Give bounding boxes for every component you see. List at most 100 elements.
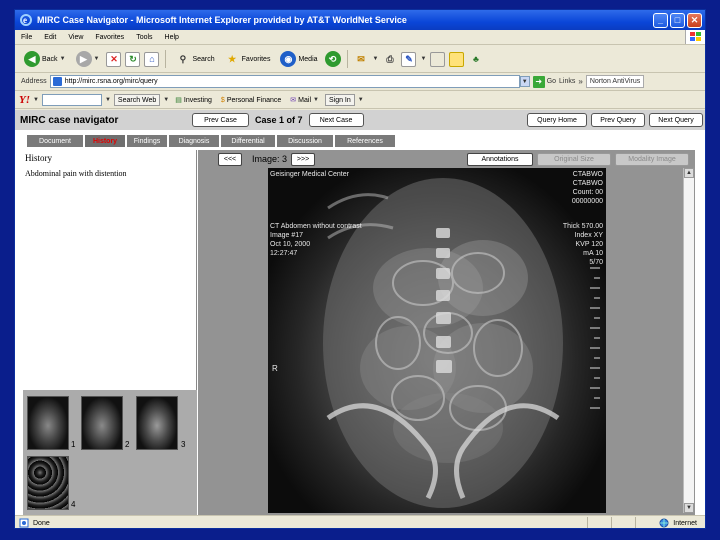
go-button[interactable]: ➜ Go xyxy=(532,75,557,88)
annotations-button[interactable]: Annotations xyxy=(467,152,533,166)
case-tabs: Document History Findings Diagnosis Diff… xyxy=(15,135,411,149)
overlay-right-line: CTABWO xyxy=(572,171,603,178)
ie-logo-icon: e xyxy=(20,14,32,26)
history-text: Abdominal pain with distention xyxy=(25,169,127,178)
tab-history[interactable]: History xyxy=(85,135,125,147)
thumbnail-image[interactable] xyxy=(81,396,123,450)
overlay-date: Oct 10, 2000 xyxy=(270,241,311,248)
overlay-right-line: CTABWO xyxy=(572,180,603,187)
address-bar: Address http://mirc.rsna.org/mirc/query … xyxy=(15,73,705,91)
home-icon[interactable]: ⌂ xyxy=(144,51,160,67)
address-label: Address xyxy=(21,78,47,85)
prev-case-button[interactable]: Prev Case xyxy=(192,113,249,127)
media-button[interactable]: ◉ Media xyxy=(277,51,320,67)
maximize-button[interactable]: □ xyxy=(670,12,685,28)
search-web-button[interactable]: Search Web xyxy=(113,94,161,106)
scroll-down-icon[interactable]: ▼ xyxy=(684,503,694,513)
investing-button[interactable]: ▤ Investing xyxy=(172,96,215,105)
yahoo-toolbar: Y! ▼ ▼ Search Web ▼ ▤ Investing $ Person… xyxy=(15,92,705,109)
xray-image[interactable]: Geisinger Medical Center CT Abdomen with… xyxy=(268,168,606,513)
go-label: Go xyxy=(546,78,557,85)
original-size-button[interactable]: Original Size xyxy=(537,152,611,166)
menu-bar: File Edit View Favorites Tools Help xyxy=(15,30,705,45)
menu-file[interactable]: File xyxy=(15,34,38,41)
vertical-scrollbar[interactable]: ▲ ▼ xyxy=(683,168,694,513)
browser-window: e MIRC Case Navigator - Microsoft Intern… xyxy=(14,9,706,529)
dropdown-arrow-icon[interactable]: ▼ xyxy=(94,56,100,62)
page-icon xyxy=(52,77,62,86)
menu-edit[interactable]: Edit xyxy=(38,34,62,41)
discuss-icon[interactable] xyxy=(430,51,446,67)
mail-label: Mail xyxy=(298,96,312,104)
refresh-icon[interactable]: ↻ xyxy=(125,51,141,67)
edit-icon[interactable]: ✎ xyxy=(401,51,417,67)
yahoo-logo[interactable]: Y! xyxy=(19,94,30,106)
thumbnail-image[interactable] xyxy=(27,456,69,510)
search-button[interactable]: ⚲ Search xyxy=(172,52,217,67)
overlay-right-line: Index XY xyxy=(574,232,603,239)
thumbnail-number: 2 xyxy=(125,440,130,449)
next-case-button[interactable]: Next Case xyxy=(308,113,364,127)
title-bar: e MIRC Case Navigator - Microsoft Intern… xyxy=(15,10,705,30)
links-chevron-icon[interactable]: » xyxy=(578,77,582,86)
dropdown-arrow-icon[interactable]: ▼ xyxy=(313,97,319,103)
overlay-right-line: Count: 00 xyxy=(572,189,603,196)
next-image-button[interactable]: >>> xyxy=(291,152,316,166)
tab-findings[interactable]: Findings xyxy=(127,135,167,147)
favorites-button[interactable]: ★ Favorites xyxy=(222,52,274,67)
dropdown-arrow-icon[interactable]: ▼ xyxy=(60,56,66,62)
scroll-up-icon[interactable]: ▲ xyxy=(684,168,694,178)
notes-icon[interactable] xyxy=(449,51,465,67)
prev-query-button[interactable]: Prev Query xyxy=(591,113,645,127)
dropdown-arrow-icon[interactable]: ▼ xyxy=(105,97,111,103)
print-icon[interactable]: ⎙ xyxy=(382,52,397,67)
personal-finance-button[interactable]: $ Personal Finance xyxy=(218,97,284,104)
dropdown-arrow-icon[interactable]: ▼ xyxy=(420,56,426,62)
menu-tools[interactable]: Tools xyxy=(130,34,158,41)
dropdown-arrow-icon[interactable]: ▼ xyxy=(358,97,364,103)
mail-icon[interactable]: ✉ xyxy=(354,52,369,67)
forward-button[interactable]: ▶ ▼ xyxy=(73,51,103,67)
dropdown-arrow-icon[interactable]: ▼ xyxy=(163,97,169,103)
overlay-right-line: mA 10 xyxy=(583,250,603,257)
menu-help[interactable]: Help xyxy=(159,34,185,41)
back-label: Back xyxy=(42,55,58,63)
overlay-image-number: Image #17 xyxy=(270,232,304,239)
tab-discussion[interactable]: Discussion xyxy=(277,135,333,147)
scroll-track[interactable] xyxy=(684,178,694,503)
internet-globe-icon xyxy=(659,518,669,528)
tab-diagnosis[interactable]: Diagnosis xyxy=(169,135,219,147)
toolbar: ◀ Back ▼ ▶ ▼ ✕ ↻ ⌂ ⚲ Search ★ Favorites … xyxy=(15,46,705,73)
modality-image-button[interactable]: Modality Image xyxy=(615,152,689,166)
history-icon[interactable]: ⟲ xyxy=(324,51,341,67)
status-cell xyxy=(587,517,607,528)
address-dropdown-icon[interactable]: ▼ xyxy=(519,76,530,87)
favorites-label: Favorites xyxy=(241,55,271,63)
back-button[interactable]: ◀ Back ▼ xyxy=(21,51,69,67)
menu-view[interactable]: View xyxy=(62,34,89,41)
norton-button[interactable]: Norton AntiVirus xyxy=(585,75,645,88)
menu-favorites[interactable]: Favorites xyxy=(89,34,130,41)
mail-button[interactable]: ✉ Mail ▼ xyxy=(287,96,322,105)
thumbnail-image[interactable] xyxy=(27,396,69,450)
search-label: Search xyxy=(192,55,215,63)
dropdown-arrow-icon[interactable]: ▼ xyxy=(33,97,39,103)
address-input[interactable]: http://mirc.rsna.org/mirc/query xyxy=(49,75,520,88)
stop-icon[interactable]: ✕ xyxy=(106,51,122,67)
tab-document[interactable]: Document xyxy=(27,135,83,147)
overlay-time: 12:27:47 xyxy=(270,250,298,257)
minimize-button[interactable]: _ xyxy=(653,12,668,28)
overlay-right-line: 5/70 xyxy=(589,259,603,266)
yahoo-search-input[interactable] xyxy=(41,94,102,106)
links-label[interactable]: Links xyxy=(559,78,575,85)
prev-image-button[interactable]: <<< xyxy=(218,152,242,166)
sign-in-button[interactable]: Sign In xyxy=(324,94,355,106)
tab-differential[interactable]: Differential xyxy=(221,135,275,147)
thumbnail-image[interactable] xyxy=(136,396,178,450)
messenger-icon[interactable]: ♣ xyxy=(468,52,483,67)
tab-references[interactable]: References xyxy=(335,135,395,147)
next-query-button[interactable]: Next Query xyxy=(649,113,703,127)
close-button[interactable]: ✕ xyxy=(687,12,702,28)
query-home-button[interactable]: Query Home xyxy=(527,113,587,127)
dropdown-arrow-icon[interactable]: ▼ xyxy=(373,56,379,62)
